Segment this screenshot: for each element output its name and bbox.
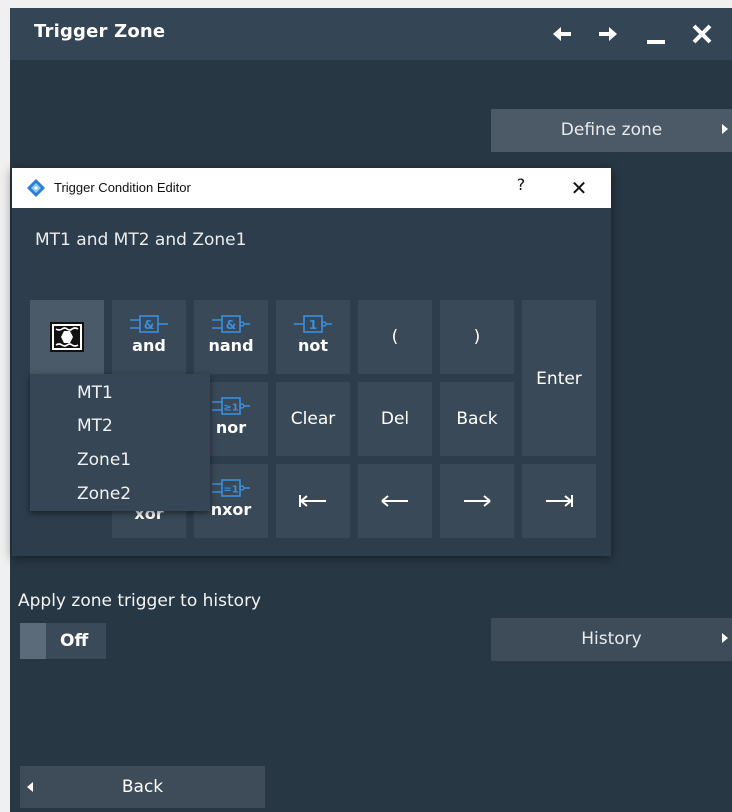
nand-label: nand — [208, 336, 254, 355]
close-paren-button[interactable]: ) — [440, 300, 514, 374]
back-label: Back — [121, 777, 164, 797]
not-symbol: 1 — [309, 318, 317, 332]
panel-title: Trigger Zone — [34, 21, 166, 42]
help-button[interactable]: ? — [510, 175, 532, 199]
dialog-title: Trigger Condition Editor — [54, 180, 191, 195]
cursor-left-button[interactable] — [358, 464, 432, 538]
history-label: History — [581, 629, 642, 649]
nor-gate-icon: ≥1 — [212, 397, 250, 415]
minimize-icon[interactable] — [636, 18, 676, 50]
cursor-end-icon — [546, 495, 573, 507]
chevron-right-icon — [722, 124, 728, 134]
dialog-close-button[interactable]: ✕ — [565, 174, 593, 202]
arrow-left-icon — [381, 495, 408, 507]
apply-zone-history-label: Apply zone trigger to history — [18, 591, 262, 611]
back-button[interactable]: Back — [20, 766, 265, 808]
open-paren-button[interactable]: ( — [358, 300, 432, 374]
source-option-zone2[interactable]: Zone2 — [77, 484, 131, 504]
arrow-left-icon[interactable] — [542, 18, 582, 50]
source-option-zone1[interactable]: Zone1 — [77, 450, 131, 470]
and-button[interactable]: & and — [112, 300, 186, 374]
clear-label: Clear — [290, 409, 336, 429]
nxor-symbol: =1 — [223, 485, 238, 496]
back-key-label: Back — [456, 409, 498, 429]
close-icon[interactable] — [682, 18, 722, 50]
cursor-end-button[interactable] — [522, 464, 596, 538]
clear-button[interactable]: Clear — [276, 382, 350, 456]
enter-button[interactable]: Enter — [522, 300, 596, 456]
toggle-state-label: Off — [60, 631, 89, 651]
toggle-knob — [20, 623, 46, 659]
condition-expression: MT1 and MT2 and Zone1 — [35, 230, 247, 250]
app-logo-icon — [27, 179, 45, 197]
zone-source-icon — [50, 322, 84, 352]
history-button[interactable]: History — [491, 618, 732, 661]
close-paren-label: ) — [473, 327, 481, 347]
chevron-right-icon — [722, 633, 728, 643]
cursor-home-button[interactable] — [276, 464, 350, 538]
not-gate-icon: 1 — [294, 315, 332, 333]
nand-symbol: & — [226, 318, 236, 332]
del-label: Del — [380, 409, 410, 429]
panel-titlebar: Trigger Zone — [10, 8, 732, 60]
enter-label: Enter — [536, 369, 582, 389]
del-button[interactable]: Del — [358, 382, 432, 456]
nxor-gate-icon: =1 — [212, 479, 250, 497]
open-paren-label: ( — [391, 327, 399, 347]
nor-symbol: ≥1 — [223, 403, 238, 414]
define-zone-button[interactable]: Define zone — [491, 109, 732, 152]
and-label: and — [132, 336, 166, 355]
not-button[interactable]: 1 not — [276, 300, 350, 374]
arrow-right-icon — [464, 495, 491, 507]
source-dropdown: MT1 MT2 Zone1 Zone2 — [30, 374, 210, 511]
back-key-button[interactable]: Back — [440, 382, 514, 456]
apply-history-toggle[interactable]: Off — [20, 623, 106, 659]
arrow-right-icon[interactable] — [588, 18, 628, 50]
nand-button[interactable]: & nand — [194, 300, 268, 374]
nand-gate-icon: & — [212, 315, 250, 333]
source-select-button[interactable] — [30, 300, 104, 374]
trigger-condition-editor-dialog: Trigger Condition Editor ? ✕ MT1 and MT2… — [12, 168, 611, 556]
source-option-mt2[interactable]: MT2 — [77, 416, 113, 436]
source-option-mt1[interactable]: MT1 — [77, 383, 113, 403]
and-gate-icon: & — [130, 315, 168, 333]
dialog-titlebar: Trigger Condition Editor ? ✕ — [12, 168, 611, 208]
define-zone-label: Define zone — [560, 120, 663, 140]
cursor-right-button[interactable] — [440, 464, 514, 538]
cursor-home-icon — [299, 495, 326, 507]
not-label: not — [297, 336, 329, 355]
and-symbol: & — [144, 318, 154, 332]
